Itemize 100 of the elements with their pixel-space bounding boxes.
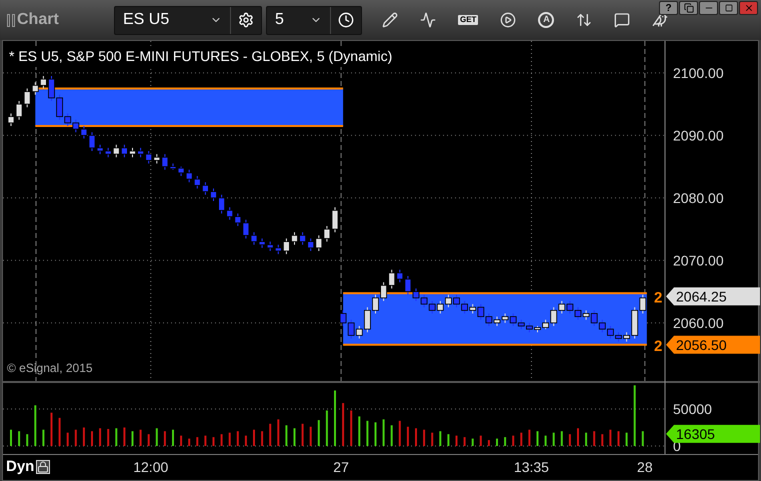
volume-bar <box>204 436 206 446</box>
volume-label: 50000 <box>673 400 712 417</box>
grip-icon[interactable] <box>7 14 15 26</box>
volume-bar <box>504 437 506 446</box>
volume-bar <box>310 426 312 446</box>
volume-bar <box>99 428 102 446</box>
play-icon[interactable] <box>500 12 516 28</box>
close-icon[interactable] <box>744 3 754 13</box>
volume-bar <box>398 420 401 446</box>
interval-dropdown[interactable]: 5 <box>266 6 362 34</box>
volume-bar <box>406 426 409 446</box>
volume-bar <box>431 432 434 446</box>
volume-bar <box>528 430 530 446</box>
arrows-icon[interactable] <box>576 12 592 28</box>
volume-bar <box>285 425 288 446</box>
volume-marker-label: 16305 <box>676 426 715 442</box>
volume-bar <box>302 424 304 446</box>
window-title: Chart <box>17 10 60 30</box>
volume-bar <box>261 431 264 446</box>
volume-bar <box>58 418 61 446</box>
volume-bar <box>642 431 644 446</box>
volume-bar <box>512 436 514 446</box>
volume-bar <box>585 432 588 446</box>
volume-bar <box>520 432 522 446</box>
volume-bar <box>366 420 368 446</box>
volume-bar <box>609 430 612 446</box>
volume-bar <box>188 438 190 446</box>
zone-label: 2 <box>654 338 662 355</box>
volume-bar <box>236 431 239 446</box>
volume-bar <box>390 425 393 446</box>
volume-bar <box>480 436 482 446</box>
volume-bar <box>626 432 628 446</box>
maximize-icon[interactable] <box>724 4 732 12</box>
price-label: 2080.00 <box>673 190 724 206</box>
volume-bar <box>140 430 142 446</box>
price-marker-label: 2064.25 <box>676 288 727 304</box>
lock-icon <box>36 460 50 474</box>
maximize-button[interactable] <box>719 1 738 15</box>
volume-bar <box>244 436 247 446</box>
volume-bar <box>123 428 126 446</box>
volume-bar <box>464 437 466 446</box>
comment-icon[interactable] <box>614 12 630 28</box>
volume-bar <box>382 419 385 446</box>
minimize-button[interactable] <box>699 1 718 15</box>
volume-bar <box>318 420 320 446</box>
volume-bar <box>34 405 36 446</box>
bird-icon[interactable] <box>652 12 668 28</box>
volume-bar <box>164 431 166 446</box>
get-button[interactable]: GET <box>458 15 478 25</box>
volume-bar <box>26 434 28 446</box>
volume-bar <box>269 424 272 446</box>
volume-bar <box>544 436 547 446</box>
volume-bar <box>447 434 450 446</box>
symbol-dropdown[interactable]: ES U5 <box>114 6 262 34</box>
volume-bar <box>601 434 604 446</box>
time-label: 28 <box>637 458 653 477</box>
volume-bar <box>42 430 44 446</box>
chart-icon[interactable] <box>420 12 436 28</box>
volume-bar <box>74 430 77 446</box>
price-label: 2070.00 <box>673 252 724 268</box>
volume-bar <box>350 410 352 446</box>
volume-bar <box>82 428 85 446</box>
help-button[interactable]: ? <box>659 1 678 15</box>
time-label: 13:35 <box>514 458 549 477</box>
close-button[interactable] <box>739 1 758 15</box>
volume-bar <box>423 430 426 446</box>
zone-label: 2 <box>654 289 662 306</box>
volume-bar <box>472 438 474 446</box>
time-label: 27 <box>333 458 349 477</box>
volume-bar <box>560 431 563 446</box>
alert-button[interactable]: A <box>538 12 554 28</box>
volume-bar <box>107 428 110 446</box>
volume-bar <box>552 432 555 446</box>
volume-bar <box>358 416 360 446</box>
price-label: 2090.00 <box>673 127 724 144</box>
volume-bar <box>634 385 636 446</box>
volume-bar <box>220 434 223 446</box>
volume-bar <box>18 431 20 446</box>
price-label: 2060.00 <box>673 314 724 331</box>
price-label: 2100.00 <box>673 64 724 81</box>
time-label: 12:00 <box>133 458 168 477</box>
volume-bar <box>180 436 182 446</box>
price-marker-label: 2056.50 <box>676 336 727 353</box>
restore-button[interactable] <box>679 1 698 15</box>
volume-bar <box>196 437 198 446</box>
volume-bar <box>66 432 69 446</box>
volume-bar <box>228 432 231 446</box>
volume-bar <box>148 434 150 446</box>
volume-bar <box>439 431 442 446</box>
restore-icon[interactable] <box>684 3 694 13</box>
volume-bar <box>488 440 490 446</box>
volume-bar <box>568 434 571 446</box>
volume-bar <box>593 431 596 446</box>
volume-bar <box>342 403 344 446</box>
volume-bar <box>326 410 328 446</box>
scale-mode-label[interactable]: Dyn <box>6 456 50 478</box>
copyright-text: © eSignal, 2015 <box>7 360 93 377</box>
volume-bar <box>156 428 158 446</box>
pencil-icon[interactable] <box>382 12 398 28</box>
volume-bar <box>277 419 280 446</box>
